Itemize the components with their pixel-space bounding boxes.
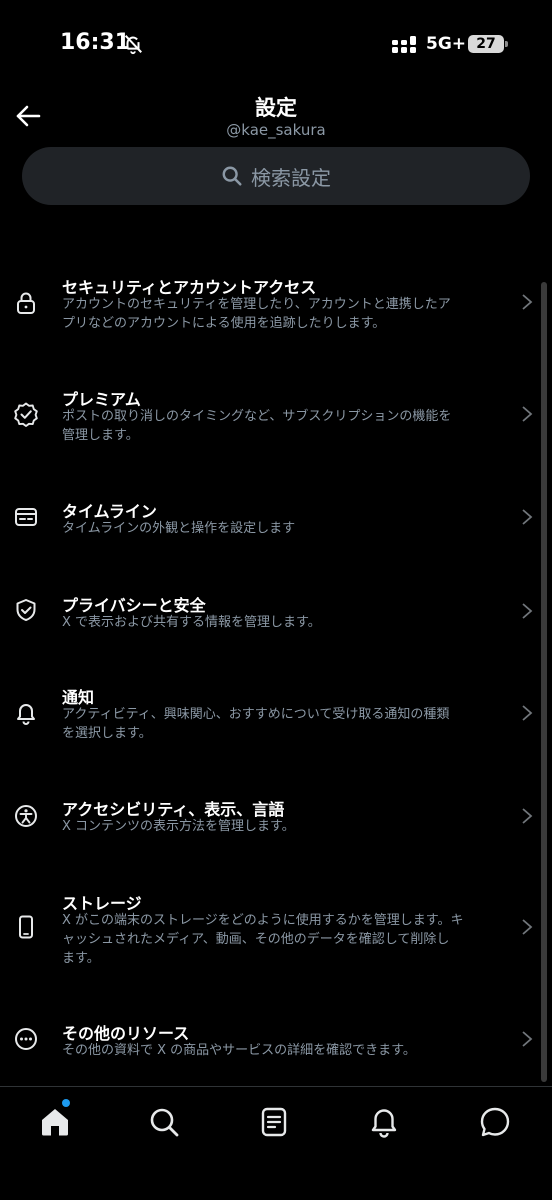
account-handle: @kae_sakura (226, 121, 326, 139)
settings-screen: 16:31 5G+ 27 設定 @kae_sakura 検索設定 セキュリティと… (0, 0, 552, 1200)
menu-item-accessibility[interactable]: アクセシビリティ、表示、言語 X コンテンツの表示方法を管理します。 (0, 786, 552, 846)
more-circle-icon (15, 1028, 37, 1050)
chevron-right-icon (522, 919, 533, 935)
chevron-right-icon (522, 808, 533, 824)
chevron-right-icon (522, 406, 533, 422)
accessibility-icon (15, 805, 37, 827)
scrollbar[interactable] (541, 282, 547, 1082)
home-notification-dot (62, 1099, 70, 1107)
menu-item-timeline[interactable]: タイムライン タイムラインの外観と操作を設定します (0, 488, 552, 548)
description-line: X コンテンツの表示方法を管理します。 (62, 819, 295, 834)
menu-item-description: アクティビティ、興味関心、おすすめについて受け取る通知の種類 を選択します。 (62, 705, 494, 743)
description-line: プリなどのアカウントによる使用を追跡したりします。 (62, 316, 386, 331)
chevron-right-icon (522, 294, 533, 310)
lock-icon (17, 292, 35, 314)
description-line: その他の資料で X の商品やサービスの詳細を確認できます。 (62, 1043, 416, 1058)
chevron-right-icon (522, 603, 533, 619)
description-line: ます。 (62, 951, 100, 966)
description-line: アカウントのセキュリティを管理したり、アカウントと連携したア (62, 297, 451, 312)
search-settings-input[interactable]: 検索設定 (22, 147, 530, 205)
menu-item-security[interactable]: セキュリティとアカウントアクセス アカウントのセキュリティを管理したり、アカウン… (0, 262, 552, 344)
description-line: タイムラインの外観と操作を設定します (62, 521, 296, 536)
notifications-icon[interactable] (367, 1105, 401, 1139)
chevron-right-icon (522, 705, 533, 721)
menu-item-description: X がこの端末のストレージをどのように使用するかを管理します。キ ャッシュされた… (62, 911, 494, 968)
lists-icon[interactable] (257, 1105, 291, 1139)
bottom-nav (0, 1086, 552, 1200)
network-type: 5G+ (426, 34, 467, 54)
search-icon[interactable] (147, 1105, 181, 1139)
menu-item-privacy[interactable]: プライバシーと安全 X で表示および共有する情報を管理します。 (0, 582, 552, 642)
search-placeholder: 検索設定 (251, 165, 331, 190)
bell-off-icon (124, 35, 142, 55)
phone-icon (19, 915, 33, 939)
verified-badge-icon (14, 402, 38, 427)
search-icon (222, 166, 242, 186)
signal-icon (392, 36, 416, 53)
page-title: 設定 (255, 96, 297, 120)
menu-item-description: アカウントのセキュリティを管理したり、アカウントと連携したア プリなどのアカウン… (62, 295, 494, 333)
description-line: を選択します。 (62, 726, 152, 741)
status-bar: 16:31 5G+ 27 (0, 0, 552, 90)
shield-check-icon (16, 599, 36, 621)
description-line: X がこの端末のストレージをどのように使用するかを管理します。キ (62, 913, 464, 928)
menu-item-description: X コンテンツの表示方法を管理します。 (62, 817, 494, 836)
menu-item-notifications[interactable]: 通知 アクティビティ、興味関心、おすすめについて受け取る通知の種類 を選択します… (0, 674, 552, 756)
battery-indicator: 27 (468, 35, 504, 53)
description-line: ャッシュされたメディア、動画、その他のデータを確認して削除し (62, 932, 450, 947)
menu-item-premium[interactable]: プレミアム ポストの取り消しのタイミングなど、サブスクリプションの機能を 管理し… (0, 374, 552, 456)
menu-item-other-resources[interactable]: その他のリソース その他の資料で X の商品やサービスの詳細を確認できます。 (0, 1010, 552, 1070)
menu-item-description: X で表示および共有する情報を管理します。 (62, 613, 494, 632)
description-line: X で表示および共有する情報を管理します。 (62, 615, 321, 630)
chevron-right-icon (522, 1031, 533, 1047)
menu-item-storage[interactable]: ストレージ X がこの端末のストレージをどのように使用するかを管理します。キ ャ… (0, 880, 552, 980)
description-line: アクティビティ、興味関心、おすすめについて受け取る通知の種類 (62, 707, 450, 722)
menu-item-description: ポストの取り消しのタイミングなど、サブスクリプションの機能を 管理します。 (62, 407, 494, 445)
menu-item-description: タイムラインの外観と操作を設定します (62, 519, 494, 538)
timeline-card-icon (15, 508, 37, 526)
messages-icon[interactable] (478, 1105, 512, 1139)
menu-item-description: その他の資料で X の商品やサービスの詳細を確認できます。 (62, 1041, 494, 1060)
bell-icon (17, 704, 35, 725)
description-line: ポストの取り消しのタイミングなど、サブスクリプションの機能を (62, 409, 452, 424)
description-line: 管理します。 (62, 428, 139, 443)
status-time: 16:31 (60, 30, 131, 55)
home-icon[interactable] (38, 1105, 72, 1139)
battery-nub (505, 41, 508, 47)
chevron-right-icon (522, 509, 533, 525)
